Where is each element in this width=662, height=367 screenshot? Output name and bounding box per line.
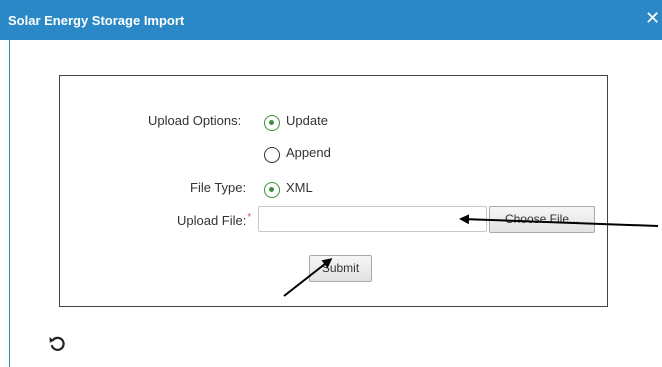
- radio-update[interactable]: [264, 115, 280, 131]
- submit-button[interactable]: Submit: [309, 255, 372, 282]
- close-icon[interactable]: ✕: [645, 9, 660, 27]
- upload-file-input[interactable]: [258, 206, 487, 232]
- radio-append[interactable]: [264, 147, 280, 163]
- upload-file-label: Upload File:*: [177, 212, 252, 228]
- radio-update-label[interactable]: Update: [286, 113, 328, 128]
- file-type-label: File Type:: [190, 180, 247, 195]
- radio-xml-label[interactable]: XML: [286, 180, 313, 195]
- reset-icon[interactable]: [48, 334, 66, 352]
- upload-options-label: Upload Options:: [148, 113, 242, 128]
- dialog-title: Solar Energy Storage Import: [8, 13, 185, 28]
- dialog-left-border: [9, 40, 10, 367]
- upload-file-label-text: Upload File:: [177, 213, 247, 228]
- radio-xml[interactable]: [264, 182, 280, 198]
- choose-file-button[interactable]: Choose File...: [489, 206, 595, 233]
- radio-append-label[interactable]: Append: [286, 145, 331, 160]
- required-indicator: *: [247, 212, 252, 223]
- dialog-title-bar: Solar Energy Storage Import ✕: [0, 0, 662, 40]
